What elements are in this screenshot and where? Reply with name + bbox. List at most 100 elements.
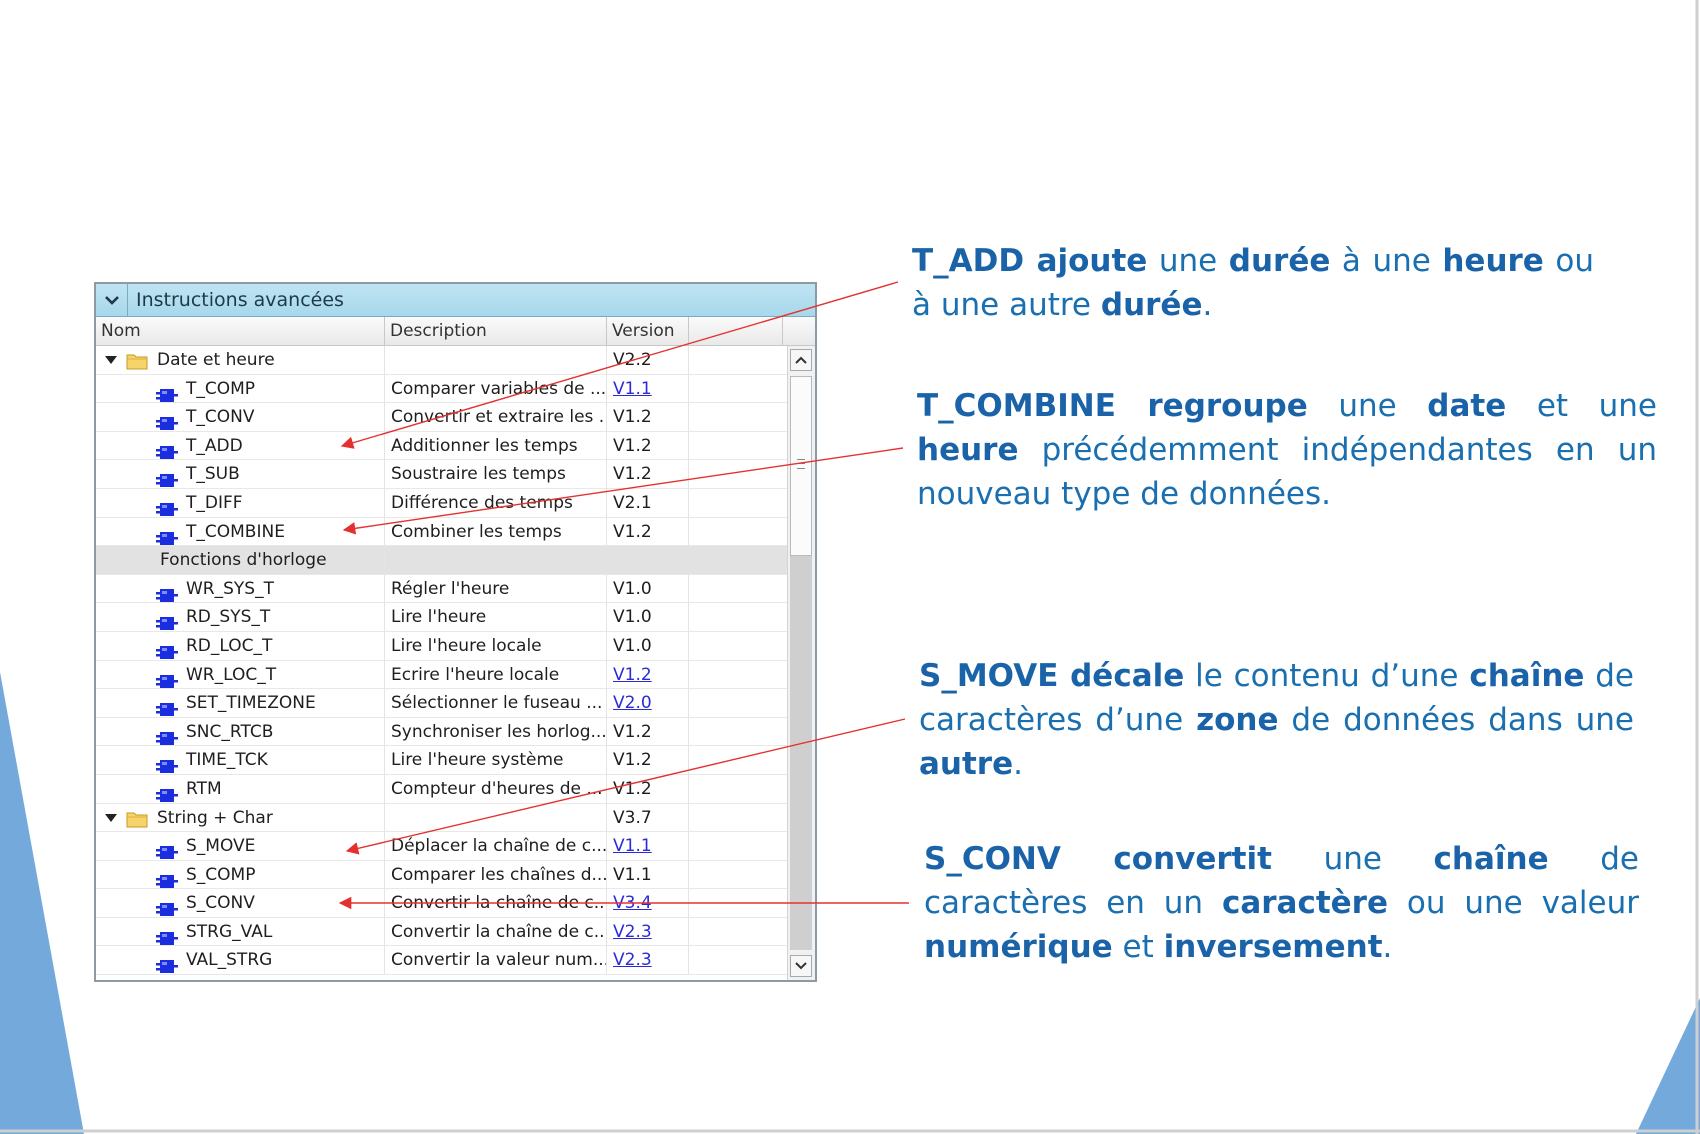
column-header-description[interactable]: Description — [385, 317, 607, 345]
cell-description: Convertir et extraire les ... — [385, 403, 607, 431]
cell-version[interactable]: V2.0 — [607, 689, 689, 717]
function-block-icon — [156, 754, 178, 774]
expand-triangle-icon[interactable] — [105, 356, 117, 364]
function-block-icon — [156, 440, 178, 459]
folder-icon — [126, 351, 148, 370]
version-text: V1.2 — [613, 521, 652, 542]
tree-folder-row[interactable]: Date et heure V2.2 — [96, 346, 789, 375]
version-text: V1.2 — [613, 778, 652, 799]
cell-version[interactable]: V1.1 — [607, 832, 689, 860]
panel-title: Instructions avancées — [136, 289, 344, 311]
cell-version[interactable]: V3.4 — [607, 889, 689, 917]
function-block-icon — [156, 526, 178, 545]
cell-description — [385, 546, 607, 574]
tree-item-row[interactable]: SNC_RTCB Synchroniser les horlog... V1.2 — [96, 717, 789, 747]
cell-description: Lire l'heure système — [385, 746, 607, 774]
cell-version: V2.2 — [607, 346, 689, 374]
tree-item-row[interactable]: RD_SYS_T Lire l'heure V1.0 — [96, 603, 789, 632]
tree-item-row[interactable]: S_CONV Convertir la chaîne de c... V3.4 — [96, 889, 789, 918]
function-block-icon — [156, 869, 178, 888]
column-header-filler — [689, 317, 783, 345]
tree-group-row[interactable]: Fonctions d'horloge — [96, 546, 789, 575]
cell-version: V2.1 — [607, 488, 689, 517]
tree-item-row[interactable]: STRG_VAL Convertir la chaîne de c... V2.3 — [96, 917, 789, 947]
function-block-icon — [156, 926, 178, 945]
tree-item-row[interactable]: T_COMBINE Combiner les temps V1.2 — [96, 517, 789, 547]
scroll-down-button[interactable] — [790, 955, 812, 977]
note-text: une — [1307, 388, 1428, 424]
cell-version: V1.2 — [607, 774, 689, 803]
tree-item-row[interactable]: T_ADD Additionner les temps V1.2 — [96, 431, 789, 461]
version-link[interactable]: V1.1 — [613, 836, 652, 856]
tree-item-row[interactable]: WR_LOC_T Ecrire l'heure locale V1.2 — [96, 660, 789, 690]
cell-version[interactable]: V2.3 — [607, 946, 689, 975]
expand-triangle-icon[interactable] — [105, 813, 117, 822]
version-text: V1.0 — [613, 635, 652, 656]
tree-item-row[interactable]: T_SUB Soustraire les temps V1.2 — [96, 460, 789, 489]
tree-item-row[interactable]: RD_LOC_T Lire l'heure locale V1.0 — [96, 631, 789, 661]
instruction-name: WR_LOC_T — [186, 664, 277, 685]
tree-folder-row[interactable]: String + Char V3.7 — [96, 803, 789, 833]
note-text: et une — [1506, 388, 1657, 424]
tree-item-row[interactable]: TIME_TCK Lire l'heure système V1.2 — [96, 746, 789, 775]
note-text: de données dans une — [1278, 702, 1634, 738]
cell-version[interactable]: V2.3 — [607, 917, 689, 946]
tree-item-row[interactable]: S_COMP Comparer les chaînes d... V1.1 — [96, 860, 789, 890]
cell-version: V1.0 — [607, 574, 689, 603]
cell-name: T_ADD — [96, 431, 385, 460]
scroll-thumb[interactable] — [790, 376, 812, 556]
cell-version[interactable]: V1.2 — [607, 660, 689, 689]
note-text: . — [1202, 287, 1213, 323]
cell-version[interactable]: V1.1 — [607, 374, 689, 403]
tree-item-row[interactable]: T_DIFF Différence des temps V2.1 — [96, 488, 789, 518]
tree-item-row[interactable]: VAL_STRG Convertir la valeur num... V2.3 — [96, 946, 789, 976]
note-text: le contenu d’une — [1184, 658, 1470, 694]
cell-description — [385, 346, 607, 374]
column-header-name[interactable]: Nom — [96, 317, 385, 345]
function-block-icon — [156, 497, 178, 516]
instructions-panel: Instructions avancées Nom Description Ve… — [94, 282, 817, 982]
folder-label: Date et heure — [157, 350, 275, 370]
tree-item-row[interactable]: T_CONV Convertir et extraire les ... V1.2 — [96, 403, 789, 432]
chevron-down-icon — [795, 962, 807, 970]
version-link[interactable]: V2.3 — [613, 922, 652, 942]
cell-description: Soustraire les temps — [385, 460, 607, 488]
instruction-name: S_CONV — [186, 893, 255, 914]
tree-item-row[interactable]: RTM Compteur d'heures de ... V1.2 — [96, 774, 789, 804]
folder-icon — [126, 809, 148, 827]
scroll-track[interactable] — [790, 556, 812, 950]
note-keyword: S_MOVE décale — [919, 658, 1185, 694]
scroll-up-button[interactable] — [790, 349, 812, 371]
note-text: une — [1147, 243, 1229, 279]
tree-item-row[interactable]: T_COMP Comparer variables de ... V1.1 — [96, 374, 789, 404]
collapse-button[interactable] — [96, 284, 128, 316]
cell-description: Synchroniser les horlog... — [385, 717, 607, 746]
cell-version: V3.7 — [607, 803, 689, 832]
cell-name: TIME_TCK — [96, 746, 385, 774]
function-block-icon — [156, 411, 178, 431]
version-link[interactable]: V1.2 — [613, 665, 652, 685]
panel-header: Instructions avancées — [96, 284, 815, 317]
vertical-scrollbar[interactable] — [787, 346, 815, 980]
version-link[interactable]: V3.4 — [613, 893, 652, 913]
tree-item-row[interactable]: WR_SYS_T Régler l'heure V1.0 — [96, 574, 789, 604]
note-text: et — [1112, 929, 1164, 965]
function-block-icon — [156, 468, 178, 488]
cell-description: Additionner les temps — [385, 431, 607, 460]
cell-description: Sélectionner le fuseau ... — [385, 689, 607, 717]
cell-description: Convertir la valeur num... — [385, 946, 607, 975]
note-keyword: numérique — [924, 929, 1113, 965]
cell-name: RD_SYS_T — [96, 603, 385, 631]
cell-description: Convertir la chaîne de c... — [385, 917, 607, 946]
function-block-icon — [156, 897, 178, 917]
tree-item-row[interactable]: S_MOVE Déplacer la chaîne de c... V1.1 — [96, 832, 789, 861]
version-text: V1.2 — [613, 750, 652, 771]
cell-description: Différence des temps — [385, 488, 607, 517]
version-link[interactable]: V2.0 — [613, 693, 652, 713]
cell-description: Convertir la chaîne de c... — [385, 889, 607, 917]
column-header-version[interactable]: Version — [607, 317, 689, 345]
tree-item-row[interactable]: SET_TIMEZONE Sélectionner le fuseau ... V2… — [96, 689, 789, 718]
note-t-add: T_ADD ajoute une durée à une heure ou à … — [912, 239, 1594, 327]
version-link[interactable]: V1.1 — [613, 379, 652, 399]
version-link[interactable]: V2.3 — [613, 950, 652, 970]
